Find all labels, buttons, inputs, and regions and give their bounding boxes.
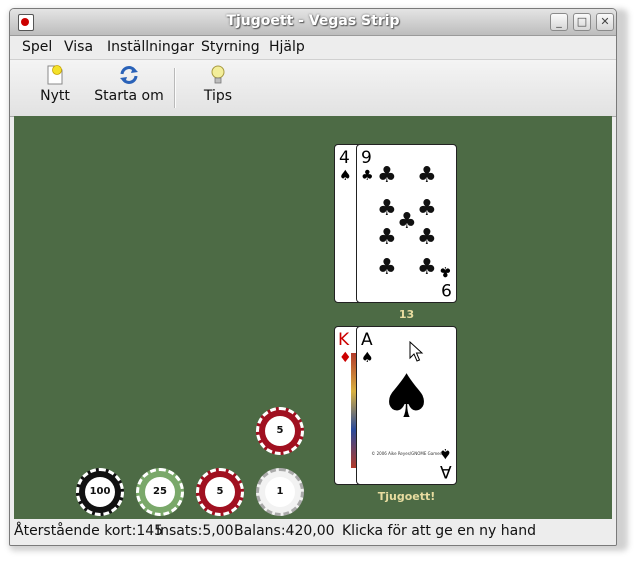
status-message: Klicka för att ge en ny hand xyxy=(342,523,536,539)
refresh-icon xyxy=(120,66,138,84)
menu-installningar[interactable]: Inställningar xyxy=(107,39,194,55)
club-pip-icon: ♣ xyxy=(417,196,437,221)
club-pip-icon: ♣ xyxy=(377,163,397,188)
club-pip-icon: ♣ xyxy=(417,255,437,280)
tips-button[interactable]: Tips xyxy=(196,64,240,104)
new-game-label: Nytt xyxy=(40,88,70,104)
dealer-card-2[interactable]: 9 ♣ 9 ♣ ♣ ♣ ♣ ♣ ♣ ♣ ♣ ♣ ♣ xyxy=(356,144,457,303)
menu-spel[interactable]: Spel xyxy=(22,39,52,55)
game-table[interactable]: 4 ♠ 9 ♣ 9 ♣ ♣ ♣ ♣ ♣ ♣ ♣ ♣ ♣ ♣ 13 K ♦ A ♠ xyxy=(14,116,612,519)
chip-value: 25 xyxy=(145,477,175,507)
window-title: Tjugoett - Vegas Strip xyxy=(226,13,400,29)
restart-button[interactable]: Starta om xyxy=(94,64,164,104)
club-icon: ♣ xyxy=(439,263,452,279)
club-pip-icon: ♣ xyxy=(377,225,397,250)
card-rank: 4 xyxy=(339,148,350,168)
club-pip-icon: ♣ xyxy=(377,196,397,221)
chip-value: 5 xyxy=(205,477,235,507)
card-copyright: © 2006 Aike Reyes/GNOME Games xyxy=(371,451,442,456)
bet-amount: Insats:5,00 xyxy=(156,523,234,539)
chip-value: 5 xyxy=(265,416,295,446)
balance-amount: Balans:420,00 xyxy=(234,523,335,539)
chip-25[interactable]: 25 xyxy=(136,468,184,516)
close-button[interactable]: ✕ xyxy=(596,13,614,31)
new-document-icon xyxy=(47,65,63,85)
minimize-button[interactable]: _ xyxy=(550,13,568,31)
card-rank-corner: 9 xyxy=(441,279,452,299)
card-rank-corner: A xyxy=(440,461,452,481)
app-window: Tjugoett - Vegas Strip _ □ ✕ Spel Visa I… xyxy=(9,8,617,546)
toolbar: Nytt Starta om Tips xyxy=(10,59,616,117)
menu-hjalp[interactable]: Hjälp xyxy=(269,39,305,55)
status-bar: Återstående kort:145 Insats:5,00 Balans:… xyxy=(10,521,616,545)
spade-icon: ♠ xyxy=(339,168,352,184)
ace-spade-icon: ♠ xyxy=(379,362,434,432)
chip-value: 1 xyxy=(265,477,295,507)
tips-label: Tips xyxy=(203,88,233,104)
chip-value: 100 xyxy=(85,477,115,507)
club-pip-icon: ♣ xyxy=(377,255,397,280)
new-game-button[interactable]: Nytt xyxy=(32,64,78,104)
spade-icon: ♠ xyxy=(361,350,374,366)
card-rank: 9 xyxy=(361,148,372,168)
menu-bar: Spel Visa Inställningar Styrning Hjälp xyxy=(10,36,616,58)
chip-5[interactable]: 5 xyxy=(196,468,244,516)
card-rank: A xyxy=(361,330,373,350)
player-card-2[interactable]: A ♠ A ♠ ♠ © 2006 Aike Reyes/GNOME Games xyxy=(356,326,457,485)
chip-1[interactable]: 1 xyxy=(256,468,304,516)
remaining-cards: Återstående kort:145 xyxy=(14,523,164,539)
club-pip-icon: ♣ xyxy=(397,209,417,234)
toolbar-separator xyxy=(174,68,176,108)
diamond-icon: ♦ xyxy=(339,350,352,366)
club-pip-icon: ♣ xyxy=(417,225,437,250)
chip-5-top[interactable]: 5 xyxy=(256,407,304,455)
chip-100[interactable]: 100 xyxy=(76,468,124,516)
mouse-pointer-icon xyxy=(409,341,424,362)
player-result: Tjugoett! xyxy=(377,490,436,503)
dealer-total: 13 xyxy=(398,308,415,321)
maximize-button[interactable]: □ xyxy=(573,13,591,31)
club-pip-icon: ♣ xyxy=(417,163,437,188)
restart-label: Starta om xyxy=(94,88,164,104)
menu-visa[interactable]: Visa xyxy=(64,39,93,55)
menu-styrning[interactable]: Styrning xyxy=(201,39,260,55)
card-rank: K xyxy=(338,330,350,350)
lightbulb-icon xyxy=(211,65,225,84)
title-bar[interactable]: Tjugoett - Vegas Strip _ □ ✕ xyxy=(10,9,616,36)
club-icon: ♣ xyxy=(361,168,374,184)
